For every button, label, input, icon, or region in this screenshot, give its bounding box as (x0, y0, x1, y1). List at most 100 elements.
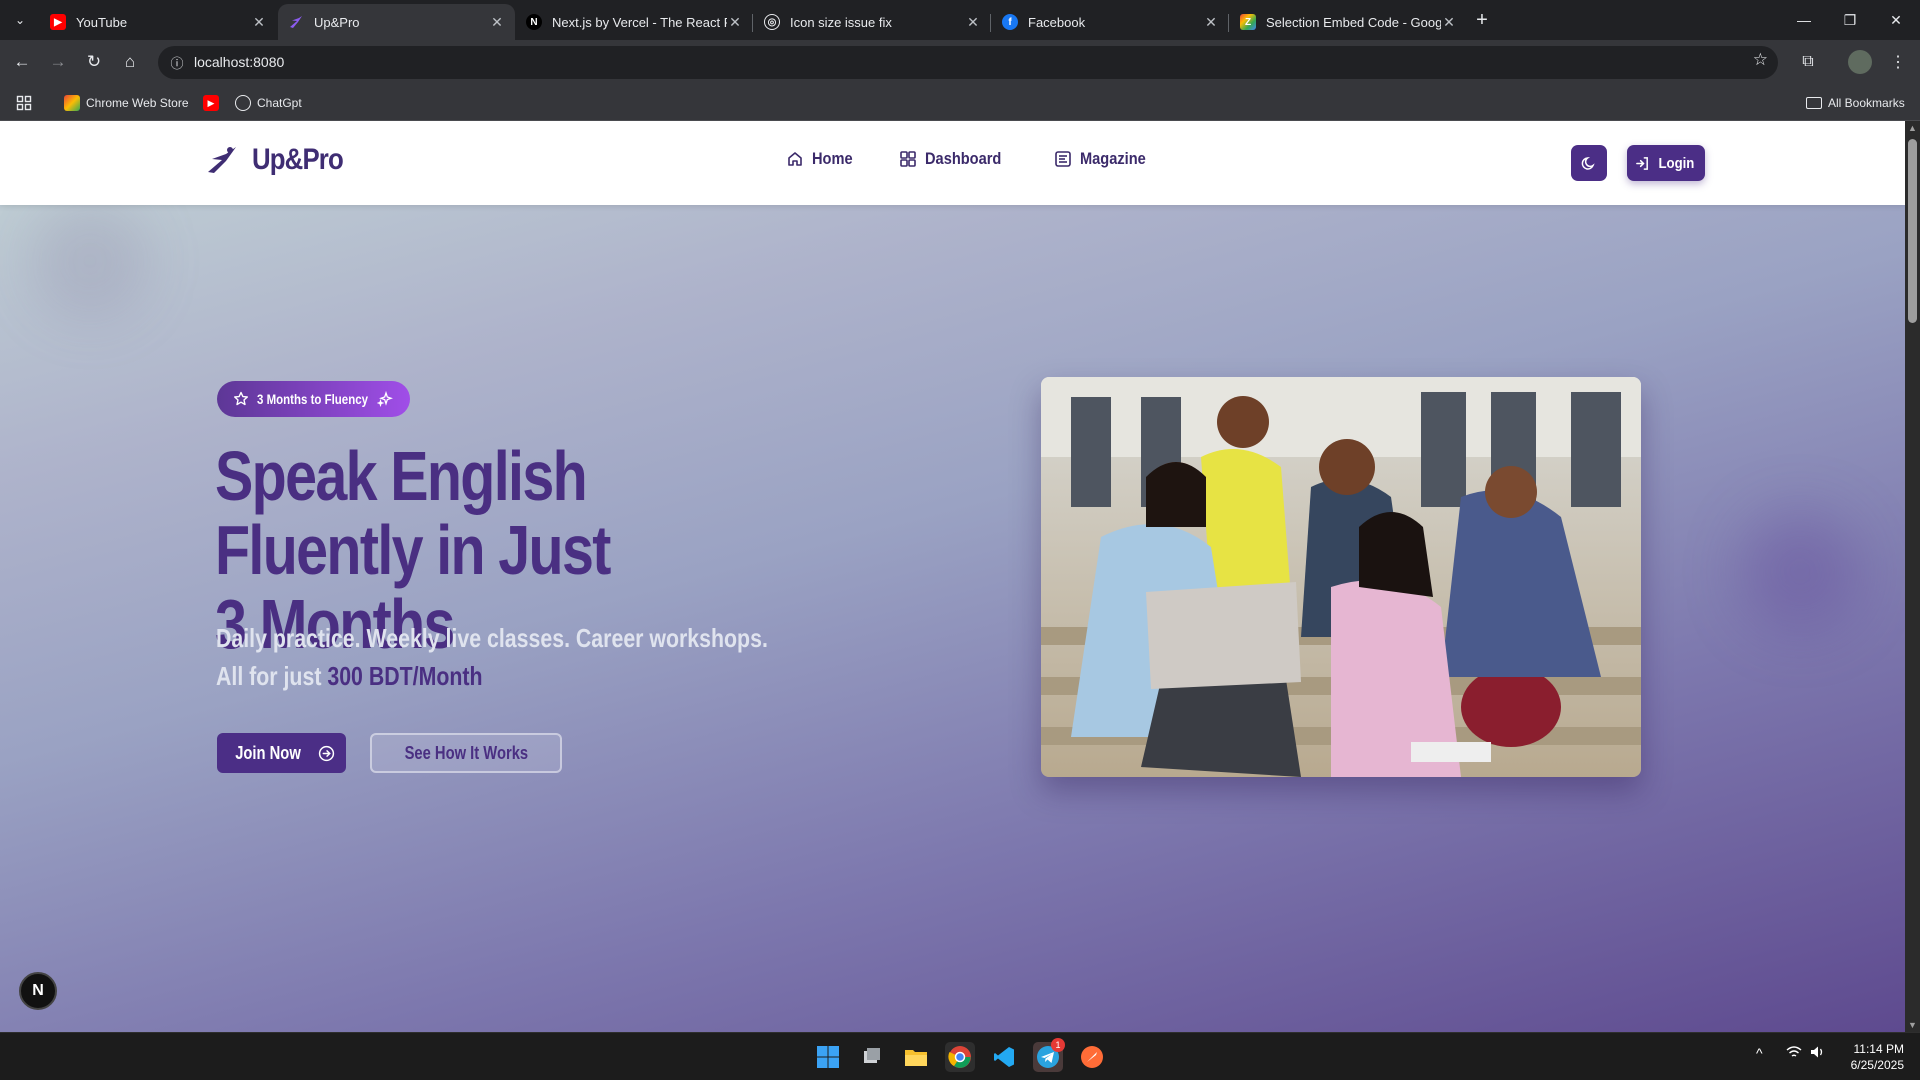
vscode-icon[interactable] (989, 1042, 1019, 1072)
task-view-icon[interactable] (857, 1042, 887, 1072)
nextjs-icon: N (526, 14, 542, 30)
brand-name: Up&Pro (252, 143, 344, 176)
close-window-button[interactable]: ✕ (1876, 6, 1916, 34)
clock-date: 6/25/2025 (1850, 1058, 1904, 1072)
price-text: 300 BDT/Month (327, 661, 483, 691)
tab-separator (990, 14, 991, 32)
arrow-circle-right-icon (318, 745, 335, 761)
hero-subtitle: Daily practice. Weekly live classes. Car… (216, 619, 768, 695)
close-icon[interactable]: ✕ (489, 14, 505, 31)
sparkles-icon (377, 391, 393, 407)
nav-label: Magazine (1080, 149, 1146, 168)
tab-facebook[interactable]: f Facebook ✕ (992, 4, 1229, 40)
chevron-up-icon[interactable]: ^ (1756, 1045, 1763, 1061)
windows-start-icon[interactable] (813, 1042, 843, 1072)
nav-dashboard[interactable]: Dashboard (899, 149, 1014, 169)
magazine-icon (1055, 151, 1071, 167)
login-label: Login (1658, 154, 1695, 172)
browser-toolbar: ← → ↻ ⌂ ⓘ localhost:8080 ☆ ⧉ ⋮ (0, 40, 1920, 85)
hero-badge: 3 Months to Fluency (217, 381, 410, 417)
bookmark-label: ChatGpt (257, 96, 302, 110)
tab-selection-embed[interactable]: Z Selection Embed Code - Googl ✕ (1230, 4, 1467, 40)
tab-search-button[interactable]: ⌄ (8, 8, 32, 32)
tab-upandpro[interactable]: Up&Pro ✕ (278, 4, 515, 40)
bookmark-youtube[interactable]: ▶ (203, 93, 225, 113)
chrome-taskbar-icon[interactable] (945, 1042, 975, 1072)
bookmark-chrome-web-store[interactable]: Chrome Web Store (64, 93, 189, 113)
profile-avatar[interactable] (1848, 50, 1872, 74)
wifi-icon[interactable] (1786, 1045, 1802, 1062)
youtube-icon: ▶ (203, 95, 219, 111)
students-photo-illustration (1041, 377, 1641, 777)
upandpro-icon (288, 14, 304, 30)
all-bookmarks[interactable]: All Bookmarks (1806, 93, 1905, 113)
home-icon[interactable]: ⌂ (116, 48, 144, 76)
tab-separator (1228, 14, 1229, 32)
theme-toggle-button[interactable] (1571, 145, 1607, 181)
price-prefix: All for just (216, 661, 328, 691)
bookmark-chatgpt[interactable]: ChatGpt (235, 93, 302, 113)
page-scrollbar[interactable]: ▲ ▼ (1905, 121, 1920, 1032)
postman-icon[interactable] (1077, 1042, 1107, 1072)
scroll-thumb[interactable] (1908, 139, 1917, 323)
site-info-icon[interactable]: ⓘ (166, 51, 188, 73)
scroll-down-arrow[interactable]: ▼ (1908, 1020, 1917, 1030)
close-icon[interactable]: ✕ (1203, 14, 1219, 31)
extensions-icon[interactable]: ⧉ (1796, 50, 1820, 74)
google-icon: Z (1240, 14, 1256, 30)
tab-nextjs[interactable]: N Next.js by Vercel - The React Fra ✕ (516, 4, 753, 40)
close-icon[interactable]: ✕ (251, 14, 267, 31)
close-icon[interactable]: ✕ (965, 14, 981, 31)
close-icon[interactable]: ✕ (1441, 14, 1457, 31)
logo-runner-icon (208, 147, 236, 173)
telegram-icon[interactable]: 1 (1033, 1038, 1065, 1072)
restore-button[interactable]: ❐ (1830, 6, 1870, 34)
notification-badge: 1 (1051, 1038, 1065, 1052)
site-logo[interactable]: Up&Pro (206, 143, 358, 177)
nav-magazine[interactable]: Magazine (1054, 149, 1157, 169)
reload-icon[interactable]: ↻ (80, 48, 108, 76)
tab-strip: ⌄ ▶ YouTube ✕ Up&Pro ✕ N Next.js by Verc… (0, 0, 1920, 40)
nextjs-dev-indicator[interactable]: N (19, 972, 57, 1010)
volume-icon[interactable] (1810, 1045, 1826, 1062)
join-label: Join Now (235, 742, 301, 763)
badge-label: 3 Months to Fluency (257, 391, 368, 407)
clock-time: 11:14 PM (1853, 1042, 1904, 1056)
close-icon[interactable]: ✕ (727, 14, 743, 31)
login-button[interactable]: Login (1627, 145, 1705, 181)
all-bookmarks-label: All Bookmarks (1828, 96, 1905, 110)
youtube-icon: ▶ (50, 14, 66, 30)
menu-icon[interactable]: ⋮ (1886, 50, 1910, 74)
chrome-web-store-icon (64, 95, 80, 111)
join-now-button[interactable]: Join Now (217, 733, 346, 773)
how-label: See How It Works (404, 742, 528, 763)
chatgpt-icon (235, 95, 251, 111)
scroll-up-arrow[interactable]: ▲ (1908, 123, 1917, 133)
new-tab-button[interactable]: + (1470, 8, 1494, 32)
address-bar[interactable]: ⓘ localhost:8080 ☆ (158, 46, 1778, 79)
file-explorer-icon[interactable] (901, 1042, 931, 1072)
site-navbar: Up&Pro Home Dashboard Magazine Login (0, 121, 1905, 205)
decorative-blob (1740, 511, 1860, 631)
nav-label: Home (812, 149, 853, 168)
tab-title: YouTube (76, 14, 128, 30)
tab-icon-size-issue[interactable]: ◎ Icon size issue fix ✕ (754, 4, 991, 40)
star-icon (234, 391, 248, 406)
tab-youtube[interactable]: ▶ YouTube ✕ (40, 4, 277, 40)
decorative-blob (30, 201, 150, 321)
login-icon (1636, 156, 1649, 170)
forward-icon[interactable]: → (44, 48, 72, 76)
minimize-button[interactable]: — (1784, 6, 1824, 34)
system-clock[interactable]: 11:14 PM 6/25/2025 (1840, 1041, 1904, 1073)
url-text[interactable]: localhost:8080 (194, 54, 284, 70)
tab-title: Facebook (1028, 14, 1086, 30)
chatgpt-icon: ◎ (764, 14, 780, 30)
nav-label: Dashboard (925, 149, 1002, 168)
apps-icon[interactable] (16, 93, 32, 113)
bookmark-star-icon[interactable]: ☆ (1753, 50, 1768, 70)
see-how-it-works-button[interactable]: See How It Works (370, 733, 562, 773)
tab-title: Icon size issue fix (790, 14, 892, 30)
facebook-icon: f (1002, 14, 1018, 30)
nav-home[interactable]: Home (786, 149, 859, 169)
back-icon[interactable]: ← (8, 48, 36, 76)
